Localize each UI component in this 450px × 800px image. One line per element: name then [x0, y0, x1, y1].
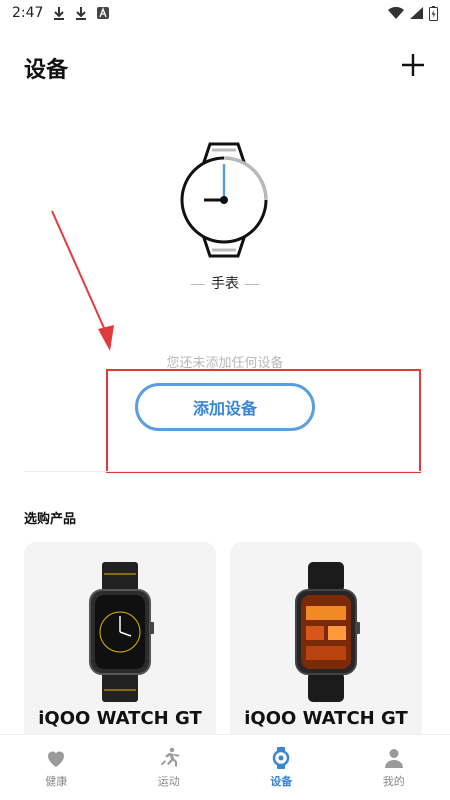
- nav-item-device[interactable]: 设备: [225, 735, 338, 800]
- watch-illustration: [180, 142, 268, 258]
- download-icon: [53, 6, 65, 20]
- heart-icon: [48, 751, 65, 767]
- page-title: 设备: [24, 58, 69, 83]
- plus-icon: [402, 54, 424, 76]
- product-name: iQOO WATCH GT: [38, 708, 202, 729]
- add-device-button[interactable]: 添加设备: [135, 383, 315, 431]
- nav-item-mine[interactable]: 我的: [338, 735, 450, 800]
- device-hero: 手表: [0, 140, 450, 300]
- product-card[interactable]: iQOO WATCH GT: [230, 542, 422, 742]
- running-icon: [160, 747, 179, 767]
- nav-label: 运动: [157, 775, 180, 788]
- product-name: iQOO WATCH GT: [244, 708, 408, 729]
- bottom-nav: 健康 运动 设备 我的: [0, 734, 450, 800]
- shop-section-title: 选购产品: [24, 512, 77, 527]
- download-icon: [75, 6, 87, 20]
- nav-label: 健康: [45, 775, 68, 788]
- add-device-plus-button[interactable]: [400, 52, 426, 78]
- product-image-watch-orange: [295, 562, 360, 702]
- device-type-text: 手表: [211, 276, 239, 292]
- wifi-icon: [388, 7, 404, 19]
- product-image-watch-black: [89, 562, 154, 702]
- person-icon: [384, 749, 403, 768]
- nav-item-health[interactable]: 健康: [0, 735, 113, 800]
- status-bar: 2:47: [0, 0, 450, 26]
- nav-label: 我的: [382, 775, 405, 788]
- divider-dash: [191, 283, 205, 285]
- battery-charging-icon: [429, 5, 438, 21]
- header: 设备: [0, 46, 450, 90]
- watch-icon: [273, 747, 290, 769]
- add-device-button-label: 添加设备: [192, 399, 257, 418]
- divider-dash: [245, 283, 259, 285]
- empty-device-note: 您还未添加任何设备: [166, 356, 284, 371]
- nav-label: 设备: [270, 775, 293, 788]
- section-divider: [24, 471, 426, 472]
- nav-item-sport[interactable]: 运动: [113, 735, 226, 800]
- signal-icon: [410, 7, 423, 19]
- device-type-label: 手表: [0, 273, 450, 293]
- product-card[interactable]: iQOO WATCH GT: [24, 542, 216, 742]
- app-a-icon: [97, 7, 110, 19]
- status-time: 2:47: [12, 5, 44, 21]
